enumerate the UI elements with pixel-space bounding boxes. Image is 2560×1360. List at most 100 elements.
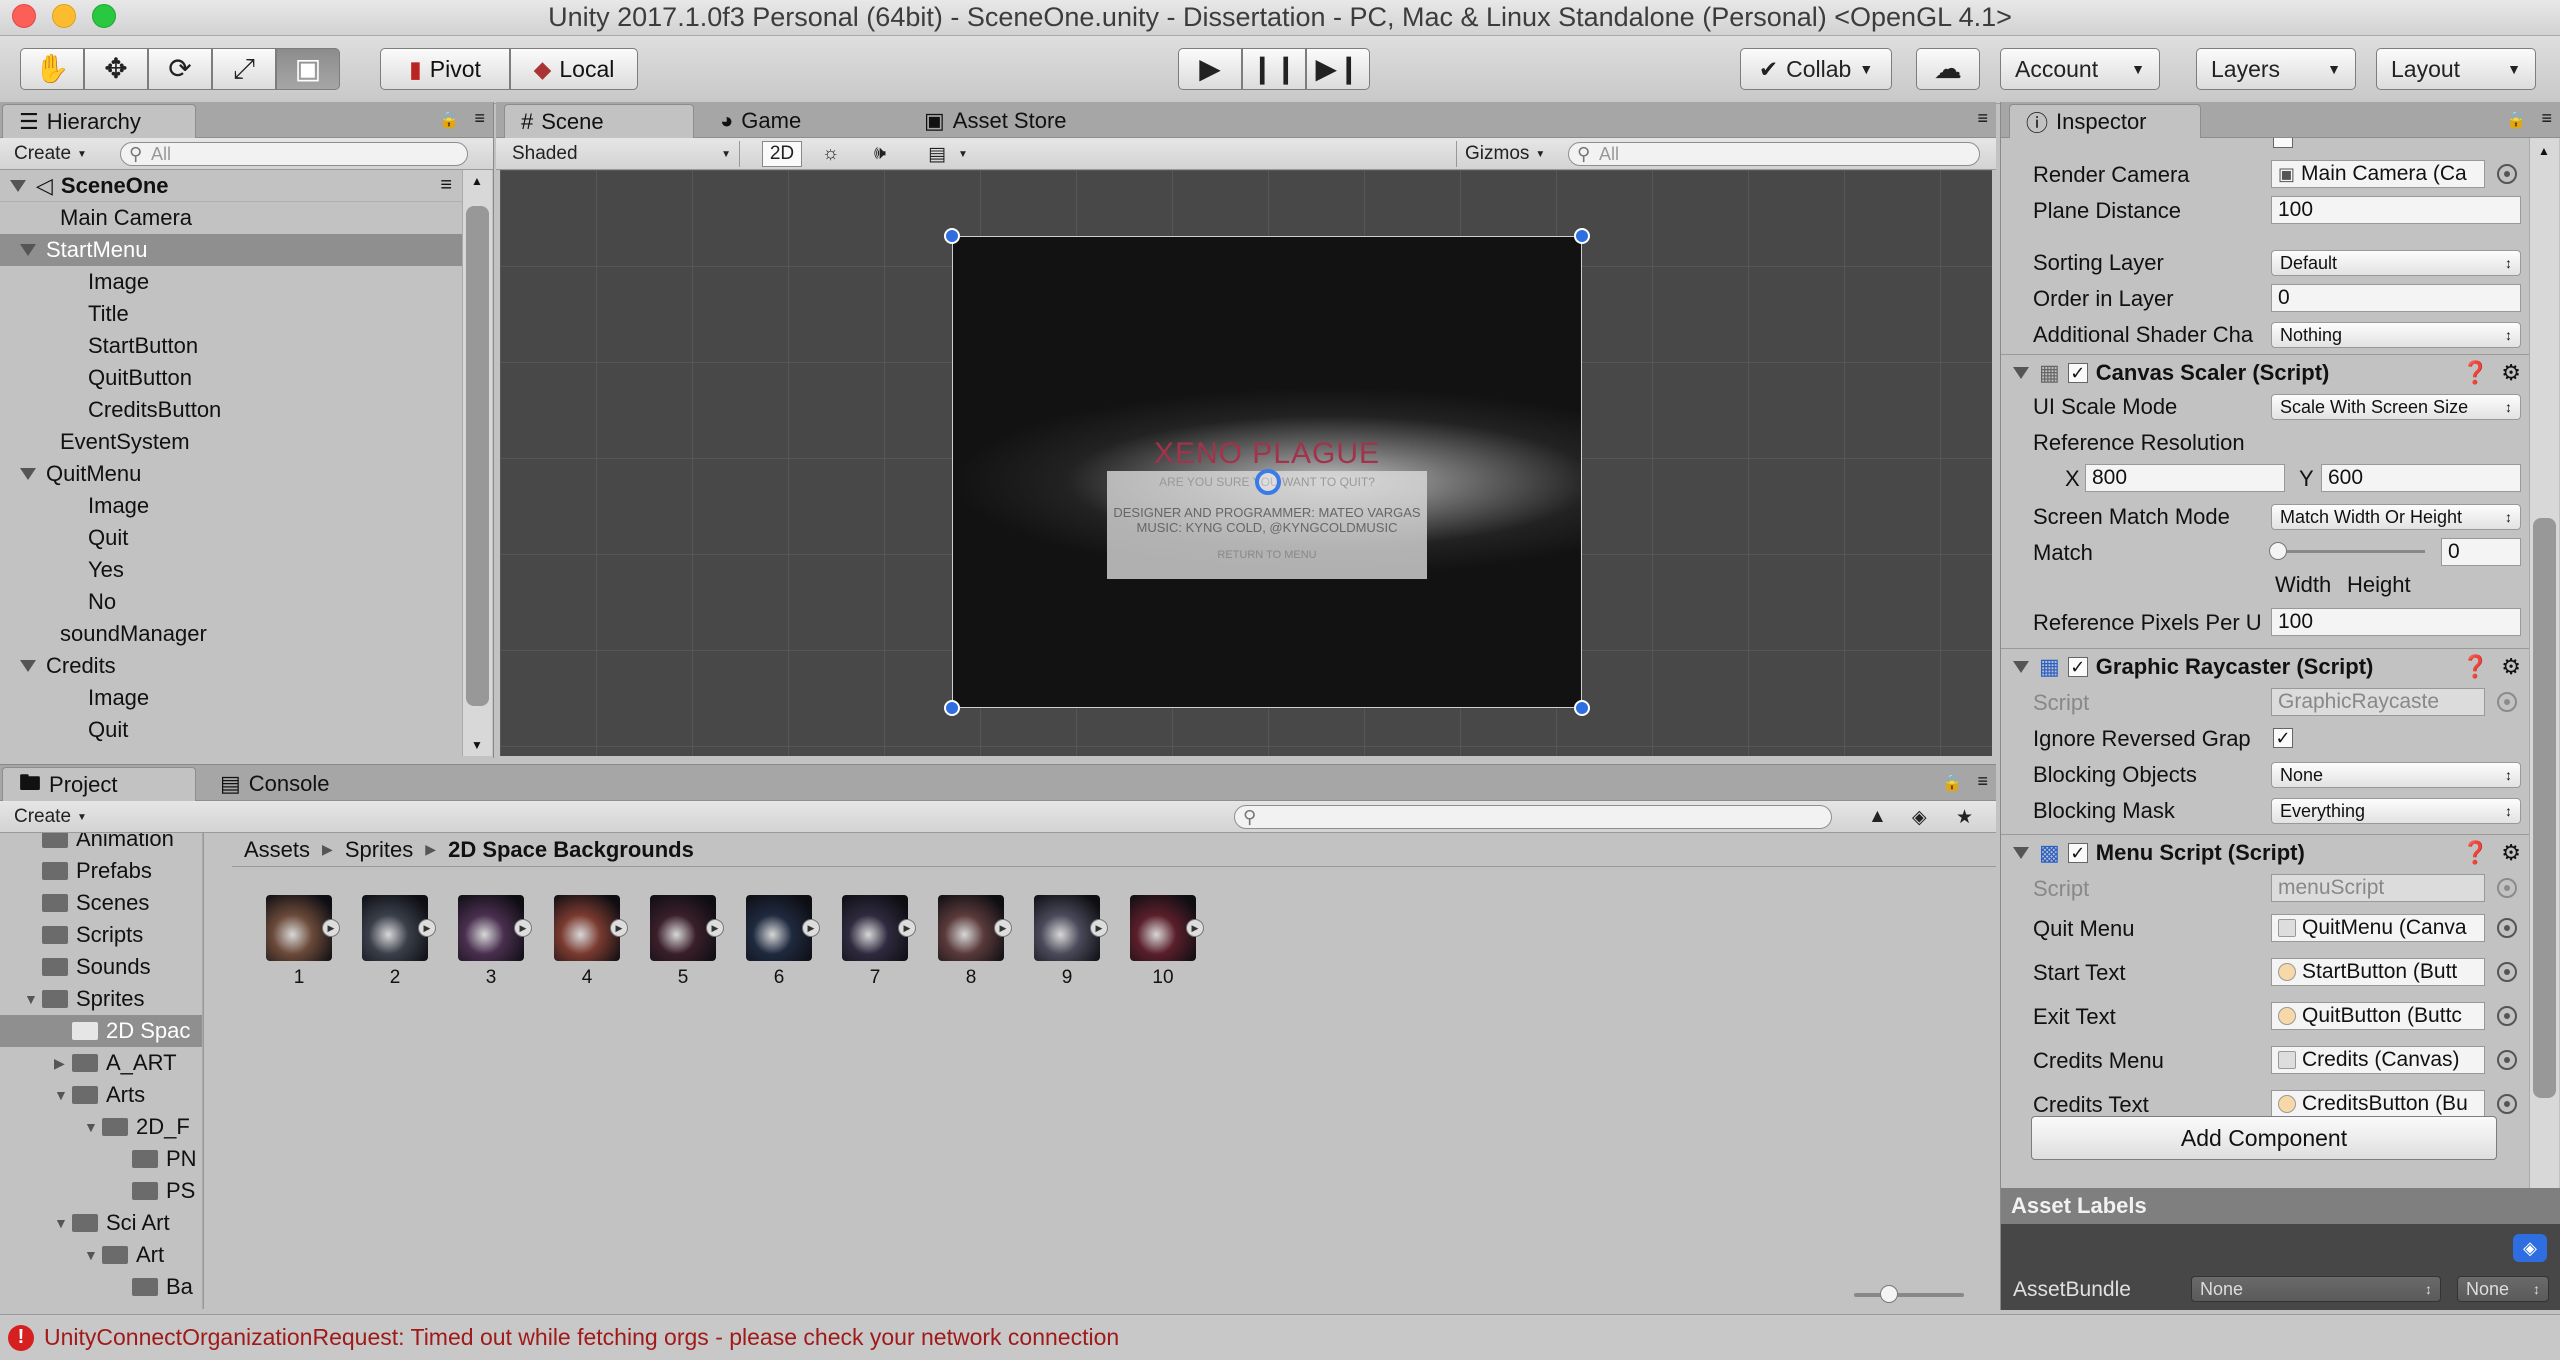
sprite-thumbnail[interactable]: ▶: [458, 895, 532, 961]
hierarchy-item[interactable]: EventSystem: [0, 426, 462, 458]
sprite-thumbnail[interactable]: ▶: [266, 895, 340, 961]
shading-dropdown[interactable]: Shaded ▼: [504, 141, 740, 167]
folder-tree-item[interactable]: Scenes: [0, 887, 202, 919]
object-picker-icon[interactable]: [2497, 962, 2517, 982]
move-tool-button[interactable]: ✥: [84, 48, 148, 90]
object-picker-icon[interactable]: [2497, 918, 2517, 938]
hierarchy-item[interactable]: Quit: [0, 522, 462, 554]
hierarchy-item[interactable]: soundManager: [0, 618, 462, 650]
folder-tree-item[interactable]: ▼ Arts: [0, 1079, 202, 1111]
breadcrumb-item-current[interactable]: 2D Space Backgrounds: [448, 837, 694, 863]
gear-icon[interactable]: ⚙: [2501, 840, 2521, 866]
ui-scale-mode-dropdown[interactable]: Scale With Screen Size: [2271, 394, 2521, 420]
slider-knob[interactable]: [1880, 1285, 1898, 1303]
ref-ppu-field[interactable]: 100: [2271, 608, 2521, 636]
enabled-checkbox[interactable]: ✓: [2067, 362, 2088, 383]
sprite-thumbnail[interactable]: ▶: [1034, 895, 1108, 961]
blocking-mask-dropdown[interactable]: Everything: [2271, 798, 2521, 824]
folder-tree-item[interactable]: Prefabs: [0, 855, 202, 887]
tag-icon[interactable]: ◈: [2513, 1234, 2547, 1262]
breadcrumb-item[interactable]: Assets: [244, 837, 310, 863]
inspector-scrollbar[interactable]: ▲ ▼: [2529, 138, 2559, 1208]
expand-sprite-icon[interactable]: ▶: [1186, 919, 1204, 937]
hierarchy-item[interactable]: QuitButton: [0, 362, 462, 394]
tab-project[interactable]: 🖿 Project: [2, 767, 196, 801]
gizmos-dropdown[interactable]: Gizmos ▼: [1456, 141, 1546, 167]
object-field[interactable]: ▣ Main Camera (Ca: [2271, 160, 2485, 188]
expand-sprite-icon[interactable]: ▶: [1090, 919, 1108, 937]
hierarchy-search-input[interactable]: ⚲ All: [120, 142, 468, 166]
match-field[interactable]: 0: [2441, 538, 2521, 566]
sprite-thumbnail[interactable]: ▶: [842, 895, 916, 961]
project-search-input[interactable]: ⚲: [1234, 805, 1832, 829]
lock-icon[interactable]: 🔒: [2506, 110, 2526, 130]
inspector-dropdown[interactable]: Nothing: [2271, 322, 2521, 348]
panel-menu-icon[interactable]: ≡: [1977, 771, 1988, 792]
ignore-reversed-checkbox[interactable]: ✓: [2273, 728, 2293, 748]
canvas-scaler-header[interactable]: ▦ ✓ Canvas Scaler (Script) ❓ ⚙: [2001, 354, 2529, 390]
asset-bundle-dropdown[interactable]: None: [2191, 1276, 2441, 1302]
expand-arrow-icon[interactable]: [20, 468, 36, 480]
object-field[interactable]: Credits (Canvas): [2271, 1046, 2485, 1074]
filter-by-type-button[interactable]: ▲: [1860, 804, 1895, 830]
add-component-button[interactable]: Add Component: [2031, 1116, 2497, 1160]
scene-viewport[interactable]: XENO PLAGUE ARE YOU SURE YOU WANT TO QUI…: [500, 170, 1992, 756]
step-button[interactable]: ▶❙: [1306, 48, 1370, 90]
sprite-thumbnail[interactable]: ▶: [362, 895, 436, 961]
create-dropdown[interactable]: Create ▼: [6, 804, 95, 830]
panel-menu-icon[interactable]: ≡: [474, 108, 485, 129]
hierarchy-item[interactable]: Image: [0, 682, 462, 714]
scroll-down-icon[interactable]: ▼: [471, 738, 483, 752]
filter-by-label-button[interactable]: ◈: [1904, 804, 1935, 830]
hierarchy-item[interactable]: Title: [0, 298, 462, 330]
panel-menu-icon[interactable]: ≡: [1977, 108, 1988, 129]
object-field[interactable]: StartButton (Butt: [2271, 958, 2485, 986]
lighting-toggle[interactable]: ☼: [814, 141, 847, 167]
thumbnail-size-slider[interactable]: [1854, 1285, 1964, 1303]
layout-dropdown[interactable]: Layout ▼: [2376, 48, 2536, 90]
pivot-toggle[interactable]: ▮ Pivot: [380, 48, 510, 90]
folder-tree-item[interactable]: PS: [0, 1175, 202, 1207]
panel-menu-icon[interactable]: ≡: [2541, 108, 2552, 129]
hierarchy-item[interactable]: QuitMenu: [0, 458, 462, 490]
inspector-field[interactable]: 100: [2271, 196, 2521, 224]
asset-bundle-variant-dropdown[interactable]: None: [2457, 1276, 2549, 1302]
sprite-thumbnail[interactable]: ▶: [1130, 895, 1204, 961]
ref-res-x-field[interactable]: 800: [2085, 464, 2285, 492]
object-picker-icon[interactable]: [2497, 1094, 2517, 1114]
inspector-field[interactable]: 0: [2271, 284, 2521, 312]
hierarchy-item[interactable]: Image: [0, 266, 462, 298]
audio-toggle[interactable]: 🕪: [866, 141, 894, 167]
expand-sprite-icon[interactable]: ▶: [514, 919, 532, 937]
object-picker-icon[interactable]: [2497, 164, 2517, 184]
expand-arrow-icon[interactable]: [2013, 366, 2029, 379]
folder-tree-item[interactable]: ▼ 2D_F: [0, 1111, 202, 1143]
help-icon[interactable]: ❓: [2462, 654, 2489, 680]
sprite-thumbnail[interactable]: ▶: [746, 895, 820, 961]
expand-arrow-icon[interactable]: ▼: [54, 1087, 72, 1103]
gear-icon[interactable]: ⚙: [2501, 654, 2521, 680]
object-field[interactable]: QuitButton (Buttc: [2271, 1002, 2485, 1030]
graphic-raycaster-header[interactable]: ▦ ✓ Graphic Raycaster (Script) ❓ ⚙: [2001, 648, 2529, 684]
folder-tree-item[interactable]: ▶ A_ART: [0, 1047, 202, 1079]
scrollbar-thumb[interactable]: [2533, 518, 2556, 1098]
breadcrumb-item[interactable]: Sprites: [345, 837, 413, 863]
hierarchy-item[interactable]: No: [0, 586, 462, 618]
rotate-tool-button[interactable]: ⟳: [148, 48, 212, 90]
expand-sprite-icon[interactable]: ▶: [706, 919, 724, 937]
expand-arrow-icon[interactable]: [2013, 846, 2029, 859]
tab-inspector[interactable]: ⓘ Inspector: [2009, 104, 2201, 138]
folder-tree-item[interactable]: ▼ Art: [0, 1239, 202, 1271]
corner-handle-top-right[interactable]: [1574, 228, 1590, 244]
pivot-handle[interactable]: [1255, 469, 1281, 495]
blocking-objects-dropdown[interactable]: None: [2271, 762, 2521, 788]
scene-search-input[interactable]: ⚲ All: [1568, 142, 1980, 166]
status-bar[interactable]: ! UnityConnectOrganizationRequest: Timed…: [0, 1314, 2560, 1360]
folder-tree-item[interactable]: Animation: [0, 833, 202, 855]
expand-arrow-icon[interactable]: ▼: [24, 991, 42, 1007]
corner-handle-bottom-left[interactable]: [944, 700, 960, 716]
2d-toggle[interactable]: 2D: [762, 141, 802, 167]
tree-scrollbar[interactable]: [202, 833, 203, 1309]
inspector-dropdown[interactable]: Default: [2271, 250, 2521, 276]
expand-sprite-icon[interactable]: ▶: [418, 919, 436, 937]
